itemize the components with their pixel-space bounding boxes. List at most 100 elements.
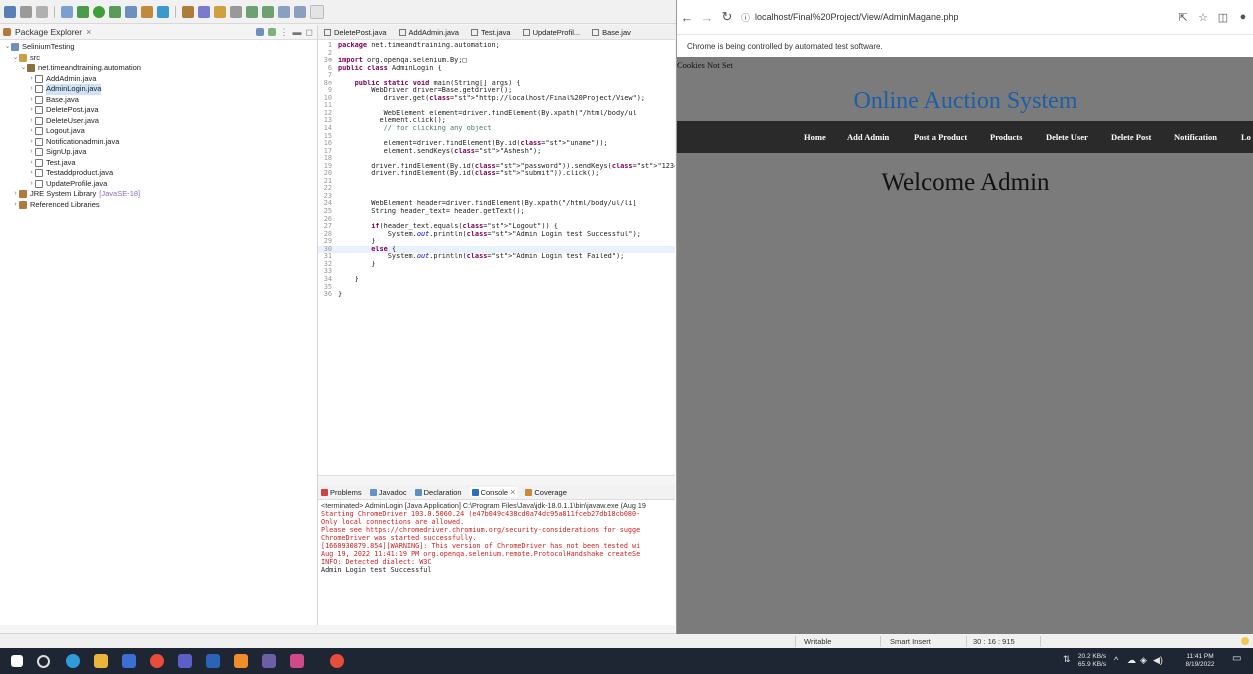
notification-bulb-icon[interactable] (1241, 637, 1249, 645)
tree-item[interactable]: ⌄ net.timeandtraining.automation (0, 63, 317, 74)
nav-post-a-product[interactable]: Post a Product (914, 132, 967, 142)
code-line[interactable]: 14 // for clicking any object (318, 124, 675, 133)
tree-item[interactable]: › AddAdmin.java (0, 74, 317, 85)
tree-item[interactable]: ⌄ src (0, 53, 317, 64)
chevron-down-icon[interactable]: ⌄ (20, 63, 27, 74)
code-line[interactable]: 24 WebElement header=driver.findElement(… (318, 200, 675, 208)
chevron-right-icon[interactable]: › (28, 137, 35, 148)
tree-item[interactable]: › Base.java (0, 95, 317, 106)
code-line[interactable]: 21 (318, 177, 675, 186)
code-line[interactable]: 3⊕ import org.openqa.selenium.By;□ (318, 57, 675, 65)
tree-item[interactable]: › Notificationadmin.java (0, 137, 317, 148)
open-type-icon[interactable] (182, 5, 194, 18)
file-explorer-icon[interactable] (94, 654, 108, 668)
profile-icon[interactable]: ● (1233, 11, 1253, 23)
clock[interactable]: 11:41 PM 8/19/2022 (1180, 653, 1220, 669)
tree-item[interactable]: › Logout.java (0, 126, 317, 137)
tab-search-icon[interactable]: ◫ (1213, 11, 1233, 24)
chevron-right-icon[interactable]: › (28, 147, 35, 158)
editor-tab[interactable]: Base.jav (586, 25, 637, 39)
code-line[interactable]: 26 (318, 215, 675, 224)
tree-item[interactable]: › SignUp.java (0, 147, 317, 158)
minimize-icon[interactable]: ▬ (293, 27, 302, 37)
calendar-icon[interactable] (122, 654, 136, 668)
close-icon[interactable]: × (86, 27, 91, 37)
chevron-down-icon[interactable]: ⌄ (12, 53, 19, 64)
code-line[interactable]: 2 (318, 49, 675, 58)
chevron-right-icon[interactable]: › (28, 116, 35, 127)
save-all-icon[interactable] (36, 5, 48, 18)
tree-item[interactable]: › Referenced Libraries (0, 200, 317, 211)
code-line[interactable]: 29 } (318, 238, 675, 246)
wifi-icon[interactable]: ◈ (1140, 656, 1147, 665)
view-menu-icon[interactable]: ⋮ (280, 27, 289, 38)
code-line[interactable]: 13 element.click(); (318, 117, 675, 125)
back-arrow-icon[interactable]: ← (677, 10, 697, 25)
new-icon[interactable] (4, 5, 16, 18)
code-line[interactable]: 35 (318, 283, 675, 292)
next-annotation-icon[interactable] (246, 5, 258, 18)
code-line[interactable]: 9 WebDriver driver=Base.getdriver(); (318, 87, 675, 95)
code-line[interactable]: 34 } (318, 275, 675, 284)
paint-icon[interactable] (290, 654, 304, 668)
app-icon[interactable] (234, 654, 248, 668)
tree-item[interactable]: › DeletePost.java (0, 105, 317, 116)
code-line[interactable]: 28 System.out.println(class="st">"Admin … (318, 230, 675, 239)
tree-item[interactable]: › AdminLogin.java (0, 84, 317, 95)
package-explorer-title[interactable]: Package Explorer (15, 27, 82, 37)
code-line[interactable]: 15 (318, 132, 675, 141)
nav-home[interactable]: Home (804, 132, 826, 142)
code-line[interactable]: 20 driver.findElement(By.id(class="st">"… (318, 170, 675, 178)
chevron-right-icon[interactable]: › (12, 189, 19, 200)
code-line[interactable]: 27 if(header_text.equals(class="st">"Log… (318, 223, 675, 231)
tree-item[interactable]: › Test.java (0, 158, 317, 169)
code-line[interactable]: 6 public class AdminLogin { (318, 64, 675, 73)
tab-coverage[interactable]: Coverage (525, 488, 567, 497)
code-line[interactable]: 30 else { (318, 245, 675, 254)
console-output[interactable]: <terminated> AdminLogin [Java Applicatio… (318, 500, 675, 576)
prev-annotation-icon[interactable] (262, 5, 274, 18)
code-line[interactable]: 32 } (318, 260, 675, 269)
code-line[interactable]: 25 String header_text= header.getText(); (318, 207, 675, 216)
tree-item[interactable]: › Testaddproduct.java (0, 168, 317, 179)
code-line[interactable]: 19 driver.findElement(By.id(class="st">"… (318, 162, 675, 171)
bookmark-star-icon[interactable]: ☆ (1193, 11, 1213, 24)
nav-delete-post[interactable]: Delete Post (1111, 132, 1151, 142)
editor-tab[interactable]: DeletePost.java (318, 25, 393, 39)
search-icon[interactable] (37, 655, 50, 668)
maximize-icon[interactable]: ◻ (306, 27, 313, 38)
code-line[interactable]: 17 element.sendKeys(class="st">"Ashesh")… (318, 147, 675, 156)
code-editor[interactable]: DeletePost.java AddAdmin.java Test.java … (318, 25, 675, 476)
tab-declaration[interactable]: Declaration (414, 488, 462, 497)
editor-tab[interactable]: UpdateProfil... (517, 25, 587, 39)
chevron-right-icon[interactable]: › (28, 74, 35, 85)
chevron-right-icon[interactable]: › (28, 126, 35, 137)
chevron-right-icon[interactable]: › (28, 105, 35, 116)
edge-icon[interactable] (66, 654, 80, 668)
volume-icon[interactable]: ◀) (1153, 656, 1163, 665)
code-line[interactable]: 10 driver.get(class="st">"http://localho… (318, 94, 675, 103)
code-line[interactable]: 7 (318, 72, 675, 80)
windows-start-icon[interactable] (11, 655, 23, 667)
annotation-icon[interactable] (214, 5, 226, 18)
editor-tab[interactable]: AddAdmin.java (393, 25, 465, 39)
print-icon[interactable] (61, 5, 73, 18)
forward-icon[interactable] (294, 5, 306, 18)
chevron-right-icon[interactable]: › (28, 179, 35, 190)
code-area[interactable]: 1 package net.timeandtraining.automation;… (318, 40, 675, 299)
search-icon[interactable] (198, 5, 210, 18)
code-line[interactable]: 22 (318, 185, 675, 193)
eclipse-icon[interactable] (262, 654, 276, 668)
new-class-icon[interactable] (157, 5, 169, 18)
chevron-right-icon[interactable]: › (28, 95, 35, 106)
chrome-icon[interactable] (150, 654, 164, 668)
tree-item[interactable]: › JRE System Library [JavaSE-18] (0, 189, 317, 200)
reload-icon[interactable]: ↻ (717, 9, 737, 25)
tab-javadoc[interactable]: Javadoc (369, 488, 407, 497)
teams-icon[interactable] (178, 654, 192, 668)
tab-problems[interactable]: Problems (321, 488, 362, 497)
pin-icon[interactable] (230, 5, 242, 18)
code-line[interactable]: 12 WebElement element=driver.findElement… (318, 109, 675, 118)
info-icon[interactable]: ⓘ (741, 11, 750, 24)
code-line[interactable]: 18 (318, 155, 675, 163)
